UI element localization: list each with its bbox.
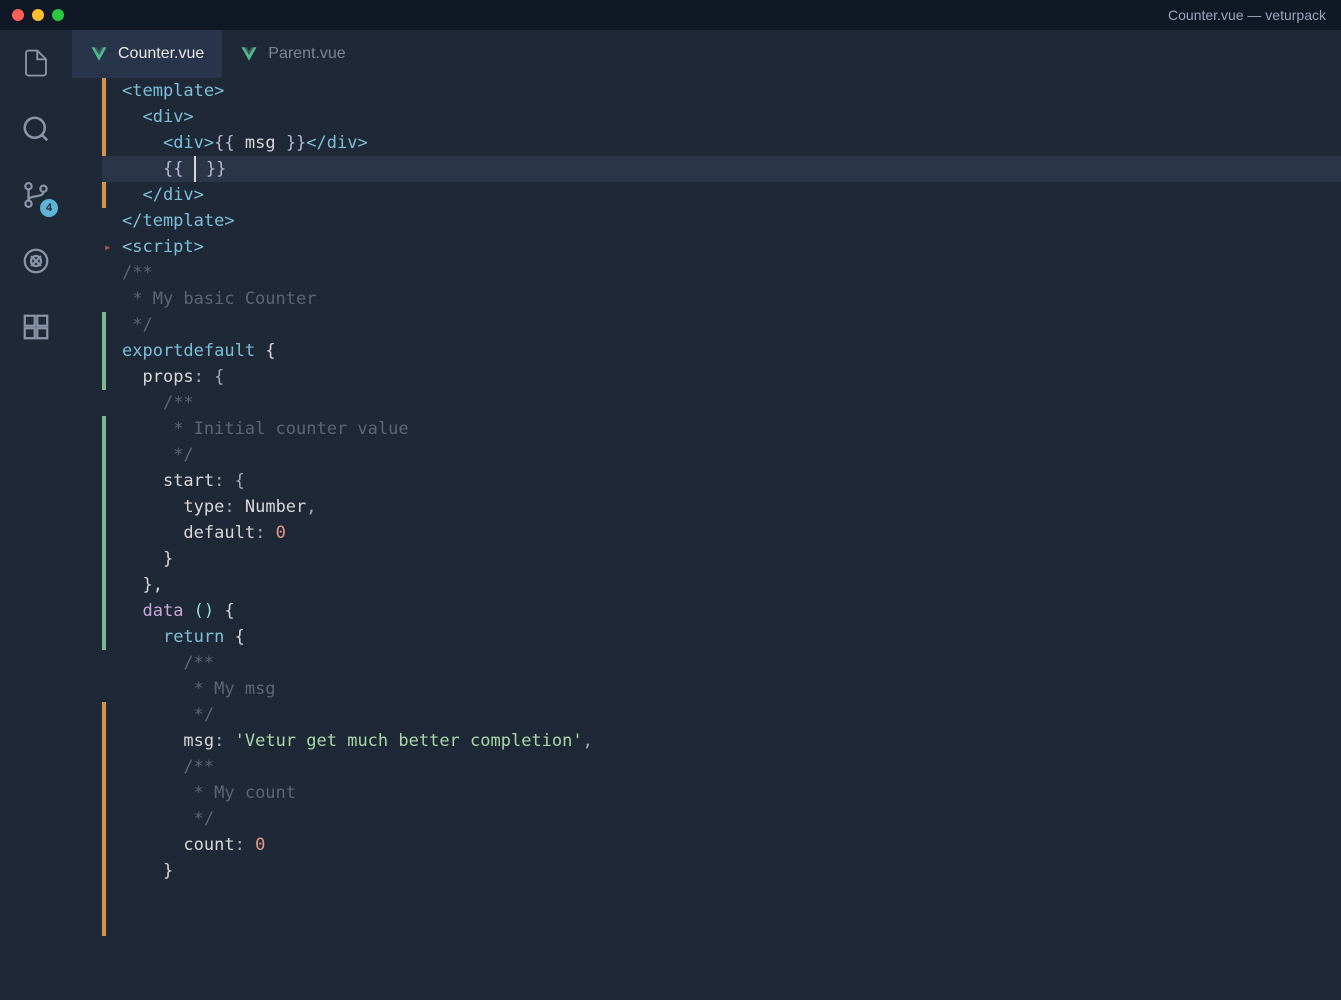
code-line: </div> [102,182,1341,208]
code-line: */ [102,702,1341,728]
code-line: start: { [102,468,1341,494]
window-maximize-button[interactable] [52,9,64,21]
code-line: * Initial counter value [102,416,1341,442]
code-line: */ [102,312,1341,338]
code-line: /** [102,390,1341,416]
fold-arrow-icon[interactable]: ▸ [104,234,111,260]
code-line: count: 0 [102,832,1341,858]
code-line: type: Number, [102,494,1341,520]
code-line: <div> [102,104,1341,130]
vue-icon [240,45,258,63]
tab-label: Counter.vue [118,45,204,63]
code-line: msg: 'Vetur get much better completion', [102,728,1341,754]
window-minimize-button[interactable] [32,9,44,21]
code-line: <template> [102,78,1341,104]
code-line: */ [102,806,1341,832]
code-line: * My basic Counter [102,286,1341,312]
code-line: data () { [102,598,1341,624]
main-area: 4 Counter.vue Parent.vue [0,30,1341,1000]
editor-area: Counter.vue Parent.vue <template> <div> … [72,30,1341,1000]
code-line: /** [102,754,1341,780]
search-icon[interactable] [18,111,54,147]
code-line-current: {{ }} [102,156,1341,182]
tabs: Counter.vue Parent.vue [72,30,1341,78]
titlebar: Counter.vue — veturpack [0,0,1341,30]
tab-label: Parent.vue [268,45,345,63]
code-line: <div>{{ msg }}</div> [102,130,1341,156]
code-line: * My count [102,780,1341,806]
source-control-badge: 4 [40,199,58,217]
source-control-icon[interactable]: 4 [18,177,54,213]
explorer-icon[interactable] [18,45,54,81]
extensions-icon[interactable] [18,309,54,345]
code-line: ▸<script> [102,234,1341,260]
debug-icon[interactable] [18,243,54,279]
code-editor[interactable]: <template> <div> <div>{{ msg }}</div> {{… [72,78,1341,1000]
code-line: */ [102,442,1341,468]
code-line: /** [102,260,1341,286]
code-line: </template> [102,208,1341,234]
tab-parent[interactable]: Parent.vue [222,30,363,78]
code-line: export default { [102,338,1341,364]
code-line: return { [102,624,1341,650]
window-close-button[interactable] [12,9,24,21]
code-line: }, [102,572,1341,598]
window-controls [12,9,64,21]
vue-icon [90,45,108,63]
code-line: default: 0 [102,520,1341,546]
window-title: Counter.vue — veturpack [1168,7,1326,23]
code-line: * My msg [102,676,1341,702]
code-line: props: { [102,364,1341,390]
code-line: } [102,546,1341,572]
code-line: } [102,858,1341,884]
tab-counter[interactable]: Counter.vue [72,30,222,78]
activity-bar: 4 [0,30,72,1000]
code-line: /** [102,650,1341,676]
